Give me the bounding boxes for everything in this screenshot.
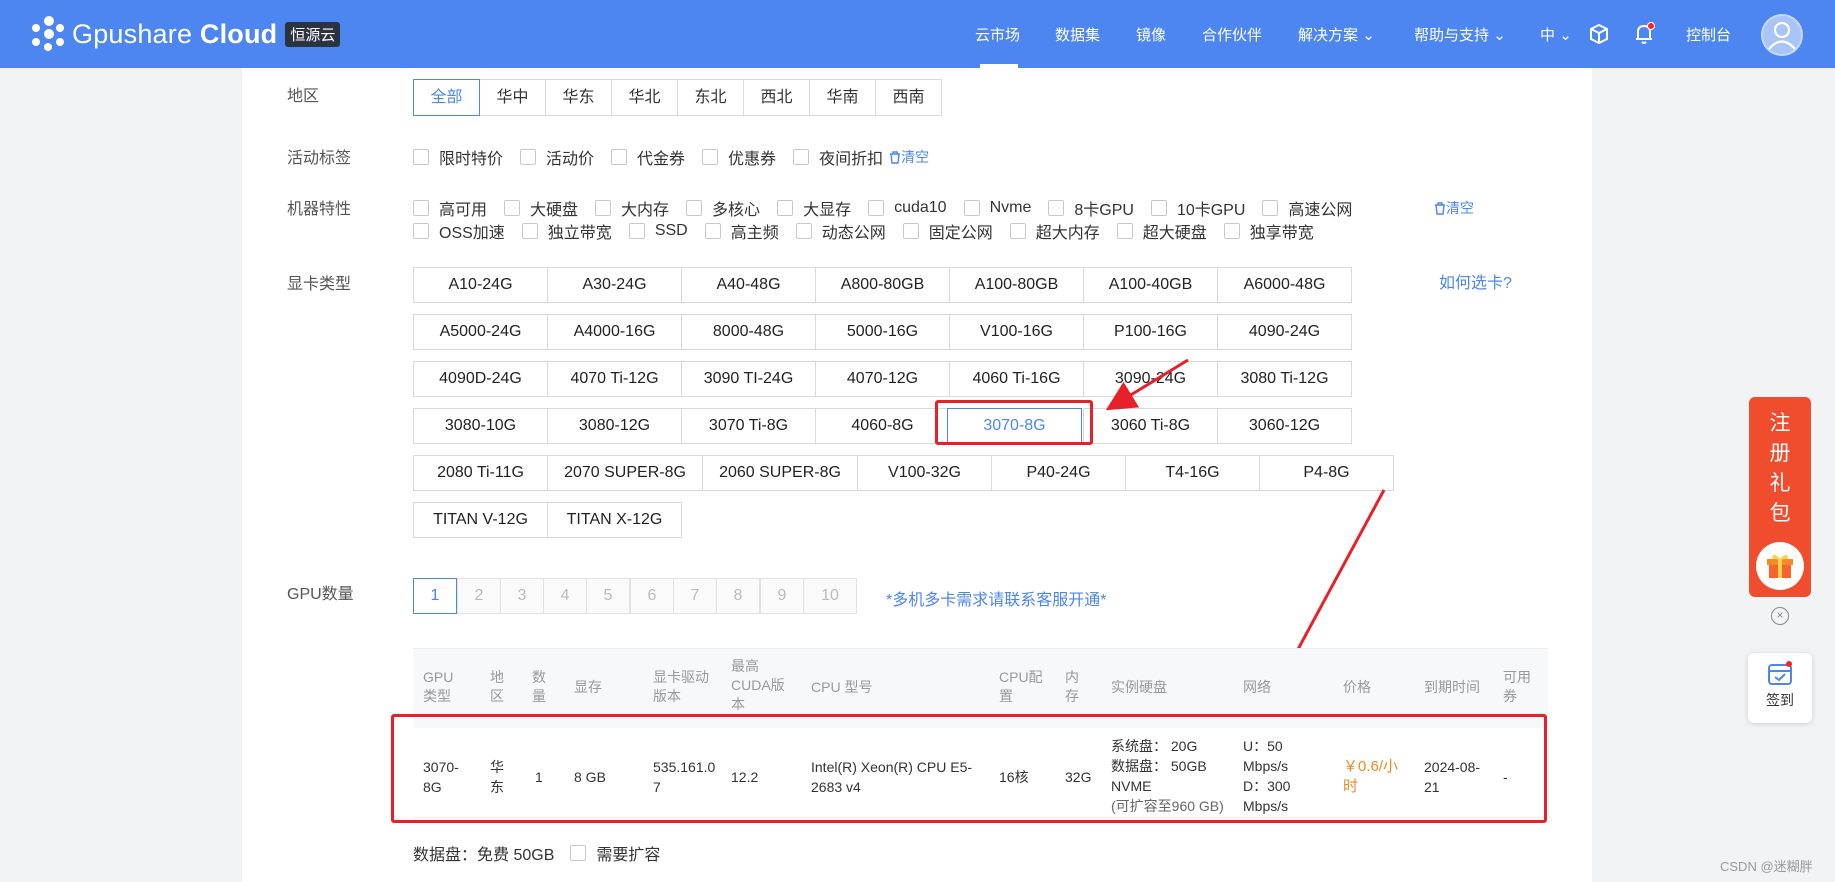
annotation-box-row [391,714,1547,823]
watermark: CSDN @迷糊胖 [1720,859,1813,874]
th-count: 数量 [532,669,546,704]
th-mem: 内存 [1065,669,1079,704]
count-option[interactable]: 2 [457,578,501,614]
th-gpu: GPU类型 [423,669,454,704]
count-option[interactable]: 4 [543,578,587,614]
expand-label: 需要扩容 [596,847,661,864]
region-all[interactable]: 全部 [413,79,480,116]
count-option[interactable]: 6 [630,578,674,614]
th-coupon: 可用券 [1503,669,1531,704]
th-driver: 显卡驱动版本 [653,669,709,704]
gpu-count-label: GPU数量 [287,586,354,603]
gift-box-icon [1767,554,1793,578]
multi-card-note[interactable]: *多机多卡需求请联系客服开通* [886,586,1106,610]
checkbox[interactable] [570,845,587,861]
th-expire: 到期时间 [1424,679,1480,695]
signin-button[interactable]: 签到 [1748,653,1812,723]
th-disk: 实例硬盘 [1111,679,1167,695]
th-region: 地区 [490,669,504,704]
expand-check[interactable]: 需要扩容 [570,841,660,865]
count-option[interactable]: 7 [673,578,717,614]
data-disk-info: 数据盘：免费 50GB [413,847,555,864]
count-option-selected[interactable]: 1 [413,578,457,614]
promo-char: 包 [1769,502,1791,525]
count-option[interactable]: 9 [760,578,804,614]
th-cpu-model: CPU 型号 [811,679,873,695]
count-option[interactable]: 10 [803,578,857,614]
count-option[interactable]: 3 [500,578,544,614]
count-option[interactable]: 5 [586,578,630,614]
count-option[interactable]: 8 [716,578,760,614]
close-icon[interactable]: × [1771,607,1789,625]
th-price: 价格 [1343,679,1371,695]
th-cuda: 最高CUDA版本 [731,658,785,712]
data-disk-row: 数据盘：免费 50GB 需要扩容 [413,841,660,865]
gift-icon[interactable] [1756,542,1804,590]
promo-char: 注 [1769,412,1791,435]
promo-char: 册 [1769,442,1791,465]
promo-char: 礼 [1769,472,1791,495]
th-cpu-cfg: CPU配置 [999,669,1043,704]
th-network: 网络 [1243,679,1271,695]
calendar-check-icon [1768,661,1792,685]
signin-label: 签到 [1766,692,1794,708]
th-vram: 显存 [574,679,602,695]
